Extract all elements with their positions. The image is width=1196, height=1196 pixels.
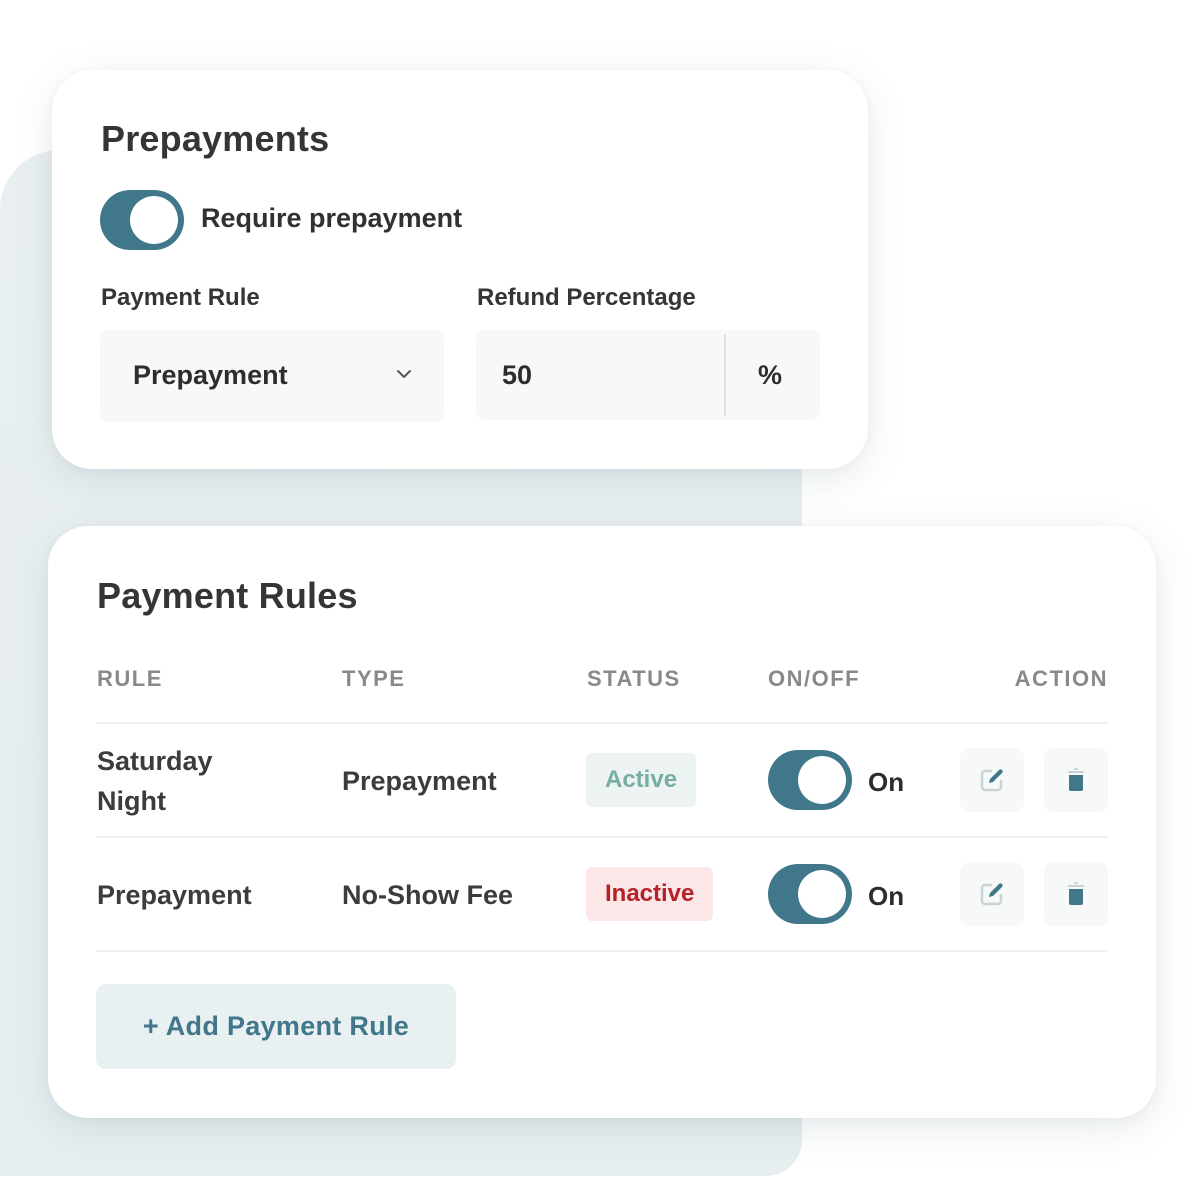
require-prepayment-label: Require prepayment: [201, 203, 463, 233]
prepayments-title: Prepayments: [101, 118, 330, 159]
delete-button[interactable]: [1044, 748, 1108, 812]
payment-rule-select[interactable]: Prepayment: [100, 330, 444, 422]
edit-button[interactable]: [960, 748, 1024, 812]
delete-button[interactable]: [1044, 862, 1108, 926]
toggle-knob: [798, 870, 846, 918]
row-divider: [96, 836, 1108, 838]
header-divider: [96, 722, 1108, 724]
column-header-action: ACTION: [1014, 666, 1108, 691]
rule-type: Prepayment: [342, 766, 497, 796]
prepayments-card: Prepayments Require prepayment Payment R…: [52, 70, 868, 469]
status-badge: Active: [586, 753, 697, 807]
edit-icon: [980, 769, 1003, 792]
toggle-state-label: On: [868, 767, 905, 797]
trash-icon: [1068, 768, 1084, 791]
column-header-type: TYPE: [342, 666, 406, 691]
toggle-knob: [130, 196, 178, 244]
edit-icon: [980, 883, 1003, 906]
payment-rule-label: Payment Rule: [101, 284, 260, 311]
rule-name-line2: Night: [97, 786, 166, 816]
toggle-state-label: On: [868, 881, 905, 911]
refund-percentage-field: %: [476, 330, 820, 420]
rule-name-line1: Saturday: [97, 746, 213, 776]
row-divider: [96, 950, 1108, 952]
rule-type: No-Show Fee: [342, 880, 514, 910]
status-badge: Inactive: [586, 867, 714, 921]
field-divider: [724, 334, 726, 416]
add-payment-rule-button[interactable]: + Add Payment Rule: [96, 984, 456, 1069]
percent-unit: %: [758, 360, 783, 390]
refund-percentage-label: Refund Percentage: [477, 284, 696, 311]
toggle-knob: [798, 756, 846, 804]
require-prepayment-toggle[interactable]: [100, 190, 184, 250]
payment-rule-value: Prepayment: [133, 360, 288, 390]
column-header-rule: RULE: [97, 666, 163, 691]
column-header-status: STATUS: [587, 666, 681, 691]
trash-icon: [1068, 882, 1084, 905]
chevron-down-icon: [397, 370, 411, 378]
payment-rules-card: Payment Rules RULE TYPE STATUS ON/OFF AC…: [48, 526, 1156, 1118]
rule-toggle[interactable]: [768, 750, 852, 810]
payment-rules-title: Payment Rules: [97, 575, 358, 616]
rule-toggle[interactable]: [768, 864, 852, 924]
refund-percentage-input[interactable]: [502, 360, 702, 391]
rule-name-line1: Prepayment: [97, 880, 252, 910]
edit-button[interactable]: [960, 862, 1024, 926]
column-header-on-off: ON/OFF: [768, 666, 861, 691]
